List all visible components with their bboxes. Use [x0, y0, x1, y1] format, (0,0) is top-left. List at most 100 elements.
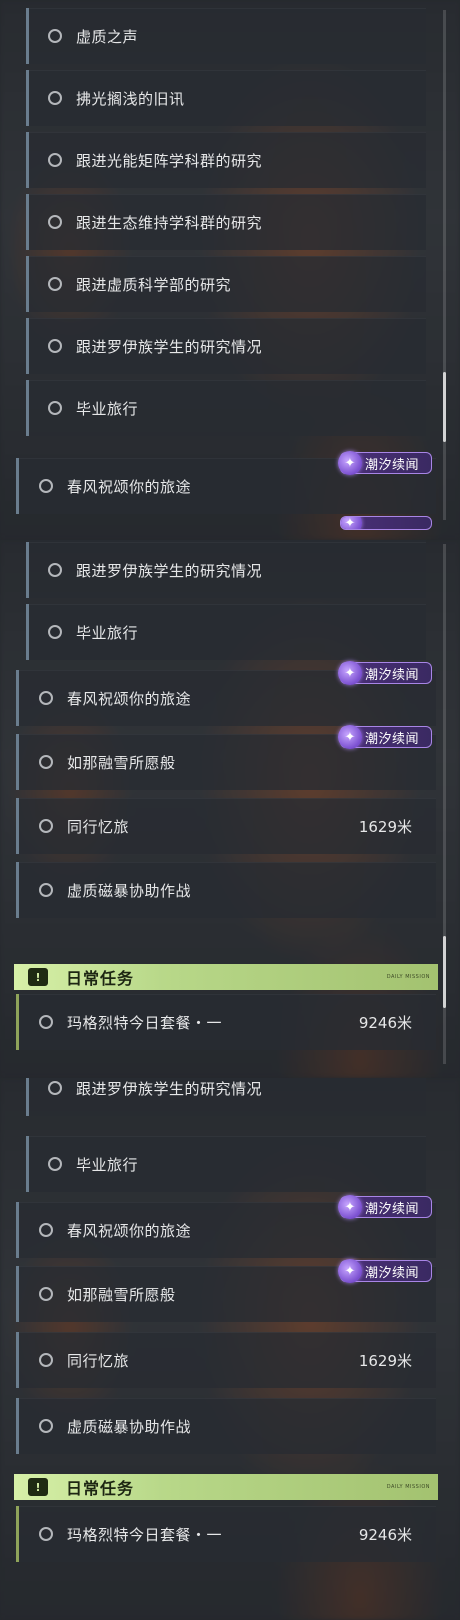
quest-row[interactable]: 跟进罗伊族学生的研究情况 — [26, 318, 426, 374]
daily-mission-title: 日常任务 — [66, 1479, 135, 1498]
tide-sparkle-icon: ✦ — [338, 1259, 362, 1283]
quest-radio-icon[interactable] — [39, 1527, 53, 1541]
tide-news-badge-partial: ✦ — [340, 516, 432, 530]
row-accent — [16, 1398, 19, 1454]
row-accent — [26, 132, 29, 188]
quest-row[interactable]: 同行忆旅 1629米 — [16, 1332, 436, 1388]
quest-label: 春风祝颂你的旅途 — [67, 689, 192, 708]
quest-radio-icon[interactable] — [48, 1081, 62, 1095]
quest-label: 毕业旅行 — [76, 1155, 139, 1174]
badge-text: 潮汐续闻 — [365, 731, 420, 747]
daily-mission-subtitle: DAILY MISSION — [386, 974, 430, 980]
quest-row[interactable]: 拂光搁浅的旧讯 — [26, 70, 426, 126]
row-accent — [16, 1332, 19, 1388]
tide-news-badge: ✦ 潮汐续闻 — [338, 1259, 432, 1283]
tide-sparkle-icon: ✦ — [338, 451, 362, 475]
quest-row[interactable]: 跟进虚质科学部的研究 — [26, 256, 426, 312]
row-accent — [26, 542, 29, 598]
tide-news-badge: ✦ 潮汐续闻 — [338, 725, 432, 749]
badge-text: 潮汐续闻 — [365, 1265, 420, 1281]
quest-radio-icon[interactable] — [48, 339, 62, 353]
quest-radio-icon[interactable] — [39, 1287, 53, 1301]
tide-news-badge: ✦ 潮汐续闻 — [338, 661, 432, 685]
quest-radio-icon[interactable] — [39, 819, 53, 833]
quest-radio-icon[interactable] — [39, 1353, 53, 1367]
quest-row[interactable]: 虚质之声 — [26, 8, 426, 64]
row-accent — [26, 1136, 29, 1192]
tide-sparkle-icon: ✦ — [341, 517, 362, 529]
quest-label: 拂光搁浅的旧讯 — [76, 89, 185, 108]
quest-row[interactable]: 虚质磁暴协助作战 — [16, 862, 436, 918]
tide-sparkle-icon: ✦ — [338, 725, 362, 749]
quest-label: 跟进虚质科学部的研究 — [76, 275, 232, 294]
quest-radio-icon[interactable] — [48, 563, 62, 577]
quest-distance: 1629米 — [358, 817, 412, 836]
scrollbar-thumb[interactable] — [443, 936, 446, 1008]
exclamation-icon: ! — [28, 1478, 48, 1496]
quest-radio-icon[interactable] — [48, 625, 62, 639]
quest-label: 跟进罗伊族学生的研究情况 — [76, 561, 263, 580]
quest-label: 春风祝颂你的旅途 — [67, 1221, 192, 1240]
scrollbar-thumb[interactable] — [443, 372, 446, 442]
quest-label: 虚质之声 — [76, 27, 139, 46]
quest-label: 跟进罗伊族学生的研究情况 — [76, 337, 263, 356]
quest-radio-icon[interactable] — [48, 29, 62, 43]
quest-radio-icon[interactable] — [48, 153, 62, 167]
quest-label: 毕业旅行 — [76, 399, 139, 418]
daily-mission-subtitle: DAILY MISSION — [386, 1484, 430, 1490]
quest-radio-icon[interactable] — [48, 401, 62, 415]
tide-news-badge: ✦ 潮汐续闻 — [338, 451, 432, 475]
quest-row[interactable]: 虚质磁暴协助作战 — [16, 1398, 436, 1454]
tide-sparkle-icon: ✦ — [338, 1195, 362, 1219]
badge-text: 潮汐续闻 — [365, 1201, 420, 1217]
row-accent — [26, 318, 29, 374]
quest-row[interactable]: 毕业旅行 — [26, 1136, 426, 1192]
quest-radio-icon[interactable] — [48, 215, 62, 229]
badge-text: 潮汐续闻 — [365, 457, 420, 473]
quest-radio-icon[interactable] — [39, 755, 53, 769]
quest-label: 同行忆旅 — [67, 1351, 130, 1370]
quest-list-panel-2: 跟进罗伊族学生的研究情况 毕业旅行 ✦ 潮汐续闻 春风祝颂你的旅途 ✦ 潮汐续闻… — [0, 540, 460, 1078]
quest-radio-icon[interactable] — [39, 883, 53, 897]
row-accent — [16, 1506, 19, 1562]
exclamation-icon: ! — [28, 968, 48, 986]
quest-radio-icon[interactable] — [39, 1419, 53, 1433]
quest-label: 跟进生态维持学科群的研究 — [76, 213, 263, 232]
quest-radio-icon[interactable] — [39, 691, 53, 705]
row-accent — [16, 670, 19, 726]
quest-radio-icon[interactable] — [48, 1157, 62, 1171]
tide-sparkle-icon: ✦ — [338, 661, 362, 685]
quest-radio-icon[interactable] — [48, 91, 62, 105]
tide-news-badge: ✦ 潮汐续闻 — [338, 1195, 432, 1219]
quest-label: 毕业旅行 — [76, 623, 139, 642]
row-accent — [26, 70, 29, 126]
quest-row[interactable]: 毕业旅行 — [26, 380, 426, 436]
row-accent — [26, 1078, 29, 1116]
quest-label: 如那融雪所愿般 — [67, 753, 176, 772]
daily-quest-row[interactable]: 玛格烈特今日套餐・一 9246米 — [16, 1506, 436, 1562]
quest-row[interactable]: 同行忆旅 1629米 — [16, 798, 436, 854]
quest-distance: 1629米 — [358, 1351, 412, 1370]
quest-row[interactable]: 跟进罗伊族学生的研究情况 — [26, 542, 426, 598]
quest-label: 春风祝颂你的旅途 — [67, 477, 192, 496]
row-accent — [26, 194, 29, 250]
daily-mission-header: ! 日常任务 DAILY MISSION — [14, 1474, 438, 1500]
daily-quest-row[interactable]: 玛格烈特今日套餐・一 9246米 — [16, 994, 436, 1050]
quest-radio-icon[interactable] — [39, 479, 53, 493]
quest-label: 玛格烈特今日套餐・一 — [67, 1525, 223, 1544]
quest-radio-icon[interactable] — [48, 277, 62, 291]
quest-label: 虚质磁暴协助作战 — [67, 1417, 192, 1436]
quest-radio-icon[interactable] — [39, 1223, 53, 1237]
quest-row[interactable]: 跟进罗伊族学生的研究情况 — [26, 1078, 426, 1116]
daily-mission-title: 日常任务 — [66, 969, 135, 988]
quest-row[interactable]: 毕业旅行 — [26, 604, 426, 660]
quest-label: 同行忆旅 — [67, 817, 130, 836]
quest-radio-icon[interactable] — [39, 1015, 53, 1029]
quest-row[interactable]: 跟进生态维持学科群的研究 — [26, 194, 426, 250]
quest-row[interactable]: 跟进光能矩阵学科群的研究 — [26, 132, 426, 188]
row-accent — [16, 458, 19, 514]
scrollbar-track[interactable] — [443, 10, 446, 520]
quest-list-panel-1: 虚质之声 拂光搁浅的旧讯 跟进光能矩阵学科群的研究 跟进生态维持学科群的研究 跟… — [0, 0, 460, 540]
row-accent — [26, 380, 29, 436]
row-accent — [16, 994, 19, 1050]
